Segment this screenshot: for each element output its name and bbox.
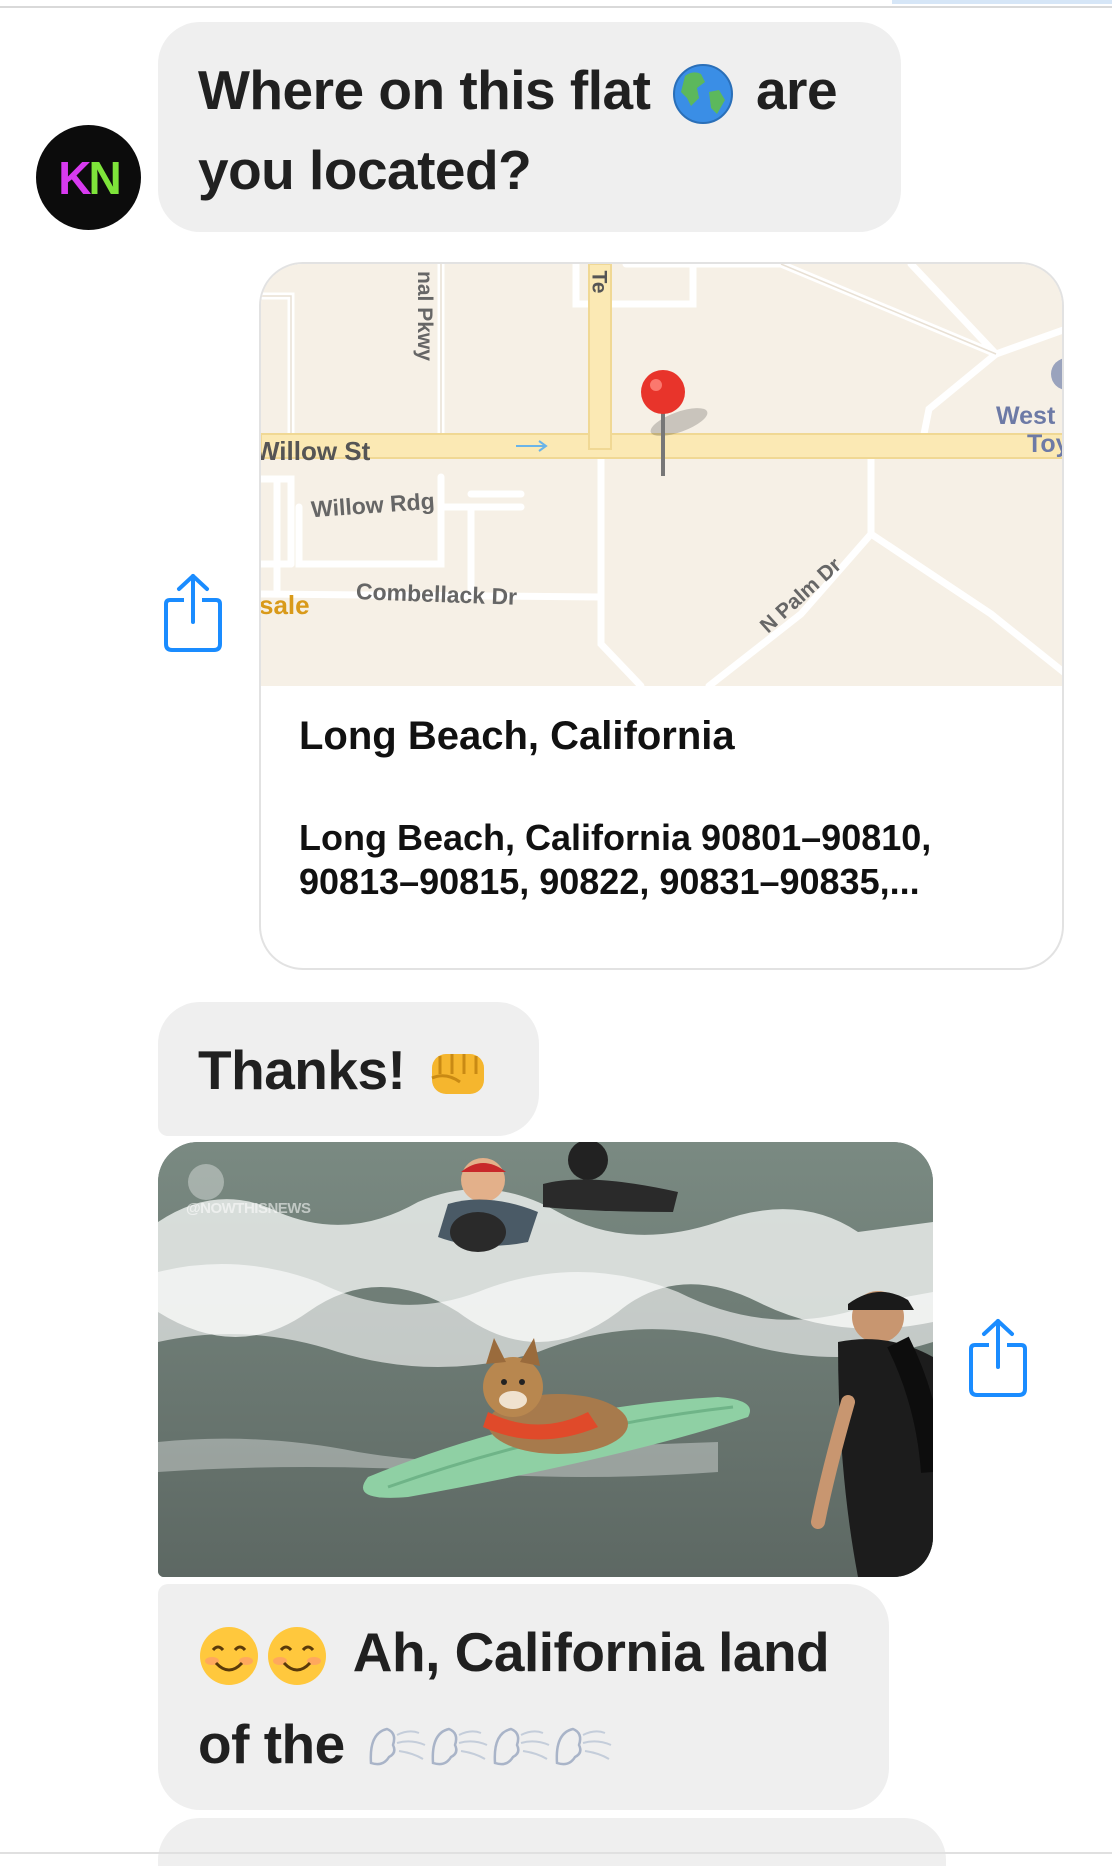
map-label-west: West bbox=[996, 402, 1056, 430]
message-text-line1: Where on this flat bbox=[198, 59, 651, 121]
location-title: Long Beach, California bbox=[299, 714, 735, 758]
map-preview[interactable]: Willow St Willow Rdg Combellack Dr N Pal… bbox=[259, 264, 1062, 690]
message-bubble-question[interactable]: Where on this flat are you located? bbox=[158, 22, 901, 232]
location-card[interactable]: Willow St Willow Rdg Combellack Dr N Pal… bbox=[259, 262, 1064, 970]
message-text-reply-line1: Ah, California land bbox=[352, 1621, 830, 1683]
wind-face-icon bbox=[556, 1728, 612, 1766]
smiling-face-icon bbox=[200, 1627, 258, 1686]
share-icon-map[interactable] bbox=[162, 572, 224, 654]
avatar-letter-n: N bbox=[88, 151, 122, 204]
map-streets bbox=[261, 264, 1062, 690]
wind-face-emojis bbox=[367, 1713, 615, 1775]
message-bubble-reply[interactable]: Ah, California land of the bbox=[158, 1584, 889, 1810]
message-text-reply-line2: of the bbox=[198, 1713, 345, 1775]
location-subtitle-line1: Long Beach, California 90801–90810, bbox=[299, 817, 932, 858]
message-bubble-next[interactable] bbox=[158, 1818, 946, 1866]
map-label-toy: Toy bbox=[1027, 430, 1062, 458]
location-subtitle-line2: 90813–90815, 90822, 90831–90835,... bbox=[299, 861, 920, 902]
smiling-face-icon bbox=[268, 1627, 326, 1686]
message-bubble-thanks[interactable]: Thanks! bbox=[158, 1002, 539, 1136]
message-text-line1-end: are bbox=[755, 59, 838, 121]
location-subtitle: Long Beach, California 90801–90810, 9081… bbox=[299, 816, 1029, 904]
avatar-letter-k: K bbox=[58, 151, 91, 204]
gif-surfing-dog[interactable]: @NOWTHISNEWS bbox=[158, 1142, 933, 1577]
top-divider-accent bbox=[892, 0, 1112, 4]
map-label-sale: sale bbox=[259, 590, 310, 620]
gif-watermark: @NOWTHISNEWS bbox=[186, 1200, 311, 1217]
fist-icon bbox=[431, 1054, 485, 1095]
map-label-willow-st: Willow St bbox=[259, 436, 371, 466]
message-text-thanks: Thanks! bbox=[198, 1039, 406, 1101]
message-text-line2: you located? bbox=[198, 139, 532, 201]
wind-face-icon bbox=[494, 1728, 550, 1766]
globe-icon bbox=[673, 64, 734, 125]
wind-face-icon bbox=[432, 1728, 488, 1766]
map-label-combellack: Combellack Dr bbox=[355, 578, 518, 610]
map-label-pkwy: nal Pkwy bbox=[412, 271, 436, 361]
avatar[interactable]: KN bbox=[36, 125, 141, 230]
bottom-divider bbox=[0, 1852, 1112, 1854]
share-icon-gif[interactable] bbox=[967, 1317, 1029, 1399]
wind-face-icon bbox=[370, 1728, 426, 1766]
map-label-te: Te bbox=[587, 270, 611, 294]
